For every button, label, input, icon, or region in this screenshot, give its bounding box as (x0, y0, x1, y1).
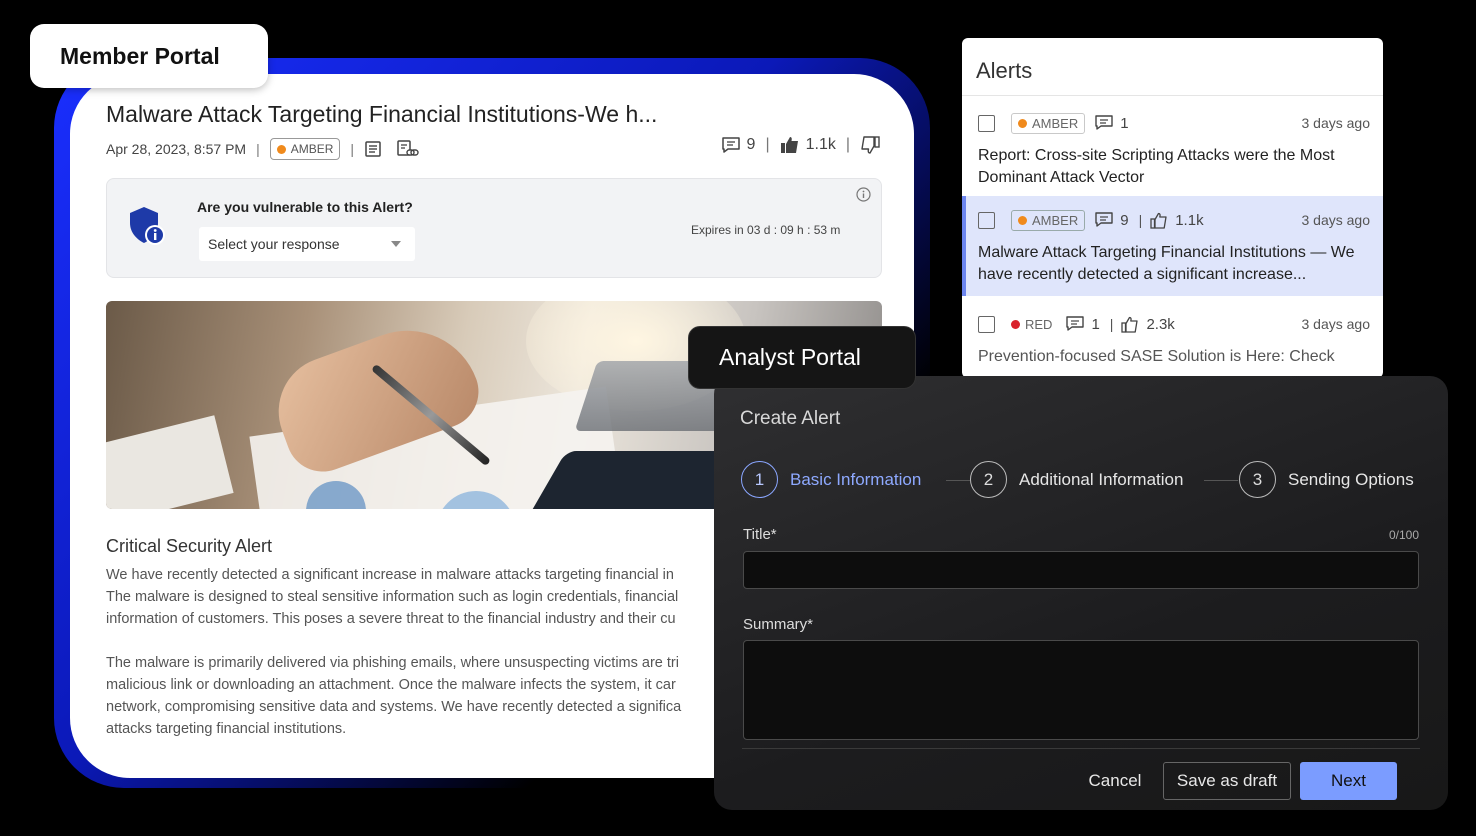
comment-count: 9 (1095, 211, 1129, 229)
row-checkbox[interactable] (978, 114, 995, 132)
alert-list-item[interactable]: RED 1 | 2.3k 3 days ago Prevention-focus… (962, 298, 1383, 378)
footer-divider (742, 748, 1420, 749)
alert-meta: Apr 28, 2023, 8:57 PM | AMBER | 9 | 1.1k… (106, 136, 880, 162)
like-count: 1.1k (805, 136, 836, 153)
separator: | (256, 141, 260, 157)
step-sending-options[interactable]: 3 Sending Options (1239, 461, 1414, 498)
stepper: 1 Basic Information 2 Additional Informa… (741, 461, 1423, 499)
comment-count-value: 1 (1120, 114, 1129, 132)
alert-summary: Report: Cross-site Scripting Attacks wer… (978, 147, 1335, 186)
alert-body: We have recently detected a significant … (106, 564, 806, 762)
amber-dot-icon (1018, 215, 1027, 225)
body-paragraph-1: We have recently detected a significant … (106, 567, 679, 627)
comment-count-value: 9 (1120, 211, 1129, 229)
alert-date: Apr 28, 2023, 8:57 PM (106, 141, 247, 157)
alert-title[interactable]: Malware Attack Targeting Financial Insti… (106, 101, 657, 128)
separator: | (845, 136, 850, 153)
tlp-label: AMBER (290, 142, 334, 156)
step-connector (946, 480, 970, 481)
alerts-heading: Alerts (962, 38, 1383, 96)
step-basic-information[interactable]: 1 Basic Information (741, 461, 921, 498)
tlp-badge: AMBER (1011, 209, 1086, 231)
document-icon[interactable] (364, 140, 382, 158)
analyst-portal-label: Analyst Portal (688, 326, 916, 389)
step-label: Sending Options (1288, 469, 1414, 489)
step-number: 3 (1239, 461, 1276, 498)
like-count-value: 2.3k (1146, 315, 1175, 333)
timestamp: 3 days ago (1301, 316, 1371, 332)
comment-icon[interactable] (721, 136, 741, 154)
tlp-badge: AMBER (269, 138, 341, 160)
step-label: Additional Information (1019, 469, 1184, 489)
like-count-value: 1.1k (1175, 211, 1204, 229)
shield-info-icon (127, 205, 167, 252)
like-count: 1.1k (1150, 211, 1204, 229)
separator: | (350, 141, 355, 157)
like-count: 2.3k (1121, 315, 1175, 333)
step-number: 1 (741, 461, 778, 498)
response-select[interactable]: Select your response (199, 227, 415, 261)
attachment-link-icon[interactable] (396, 139, 420, 159)
alert-list-item-selected[interactable]: AMBER 9 | 1.1k 3 days ago Malware Attack… (962, 196, 1383, 296)
comment-icon (1066, 316, 1085, 331)
amber-dot-icon (1018, 118, 1027, 128)
row-checkbox[interactable] (978, 315, 995, 333)
comment-icon (1095, 212, 1113, 227)
comment-count: 1 (1066, 315, 1100, 333)
red-dot-icon (1011, 319, 1020, 329)
row-checkbox[interactable] (978, 211, 995, 229)
thumbs-up-icon (1121, 316, 1139, 333)
body-paragraph-2: The malware is primarily delivered via p… (106, 655, 682, 737)
separator: | (765, 136, 770, 153)
create-alert-dialog: Create Alert 1 Basic Information 2 Addit… (714, 376, 1448, 810)
next-button[interactable]: Next (1300, 762, 1397, 800)
step-additional-information[interactable]: 2 Additional Information (970, 461, 1183, 498)
tlp-label: AMBER (1032, 115, 1079, 131)
alerts-panel: Alerts AMBER 1 3 days ago Report: Cross-… (962, 38, 1383, 378)
save-draft-button[interactable]: Save as draft (1163, 762, 1291, 800)
expires-countdown: Expires in 03 d : 09 h : 53 m (691, 223, 841, 237)
title-char-count: 0/100 (1388, 528, 1419, 542)
step-label: Basic Information (790, 469, 922, 489)
cancel-button[interactable]: Cancel (1080, 762, 1150, 800)
thumbs-up-icon (1150, 212, 1167, 229)
summary-textarea[interactable] (743, 640, 1419, 740)
comment-count-value: 1 (1091, 315, 1100, 333)
section-title: Critical Security Alert (106, 536, 273, 556)
alert-summary: Malware Attack Targeting Financial Insti… (978, 244, 1355, 283)
timestamp: 3 days ago (1301, 212, 1371, 228)
tlp-badge: RED (1011, 315, 1052, 334)
dialog-title: Create Alert (740, 408, 841, 429)
thumbs-up-icon[interactable] (780, 136, 800, 154)
amber-dot-icon (276, 144, 286, 154)
caret-down-icon (391, 241, 401, 247)
summary-label: Summary* (743, 616, 814, 633)
alert-stats: 9 | 1.1k | (721, 136, 880, 154)
comment-icon (1095, 115, 1113, 130)
vulnerability-question: Are you vulnerable to this Alert? (197, 199, 413, 215)
tlp-label: AMBER (1032, 212, 1079, 228)
step-connector (1204, 480, 1238, 481)
timestamp: 3 days ago (1301, 115, 1371, 131)
thumbs-down-icon[interactable] (860, 136, 880, 154)
comment-count: 9 (746, 136, 756, 153)
alert-summary: Prevention-focused SASE Solution is Here… (978, 348, 1335, 365)
tlp-label: RED (1025, 316, 1053, 332)
response-select-value: Select your response (208, 236, 340, 252)
title-label: Title* (743, 526, 777, 543)
member-portal-label: Member Portal (30, 24, 268, 88)
title-input[interactable] (743, 551, 1419, 589)
tlp-badge: AMBER (1011, 112, 1086, 134)
step-number: 2 (970, 461, 1007, 498)
info-icon[interactable] (856, 187, 871, 207)
alert-list-item[interactable]: AMBER 1 3 days ago Report: Cross-site Sc… (962, 97, 1383, 195)
vulnerability-box: Are you vulnerable to this Alert? Select… (106, 178, 882, 278)
comment-count: 1 (1095, 114, 1129, 132)
